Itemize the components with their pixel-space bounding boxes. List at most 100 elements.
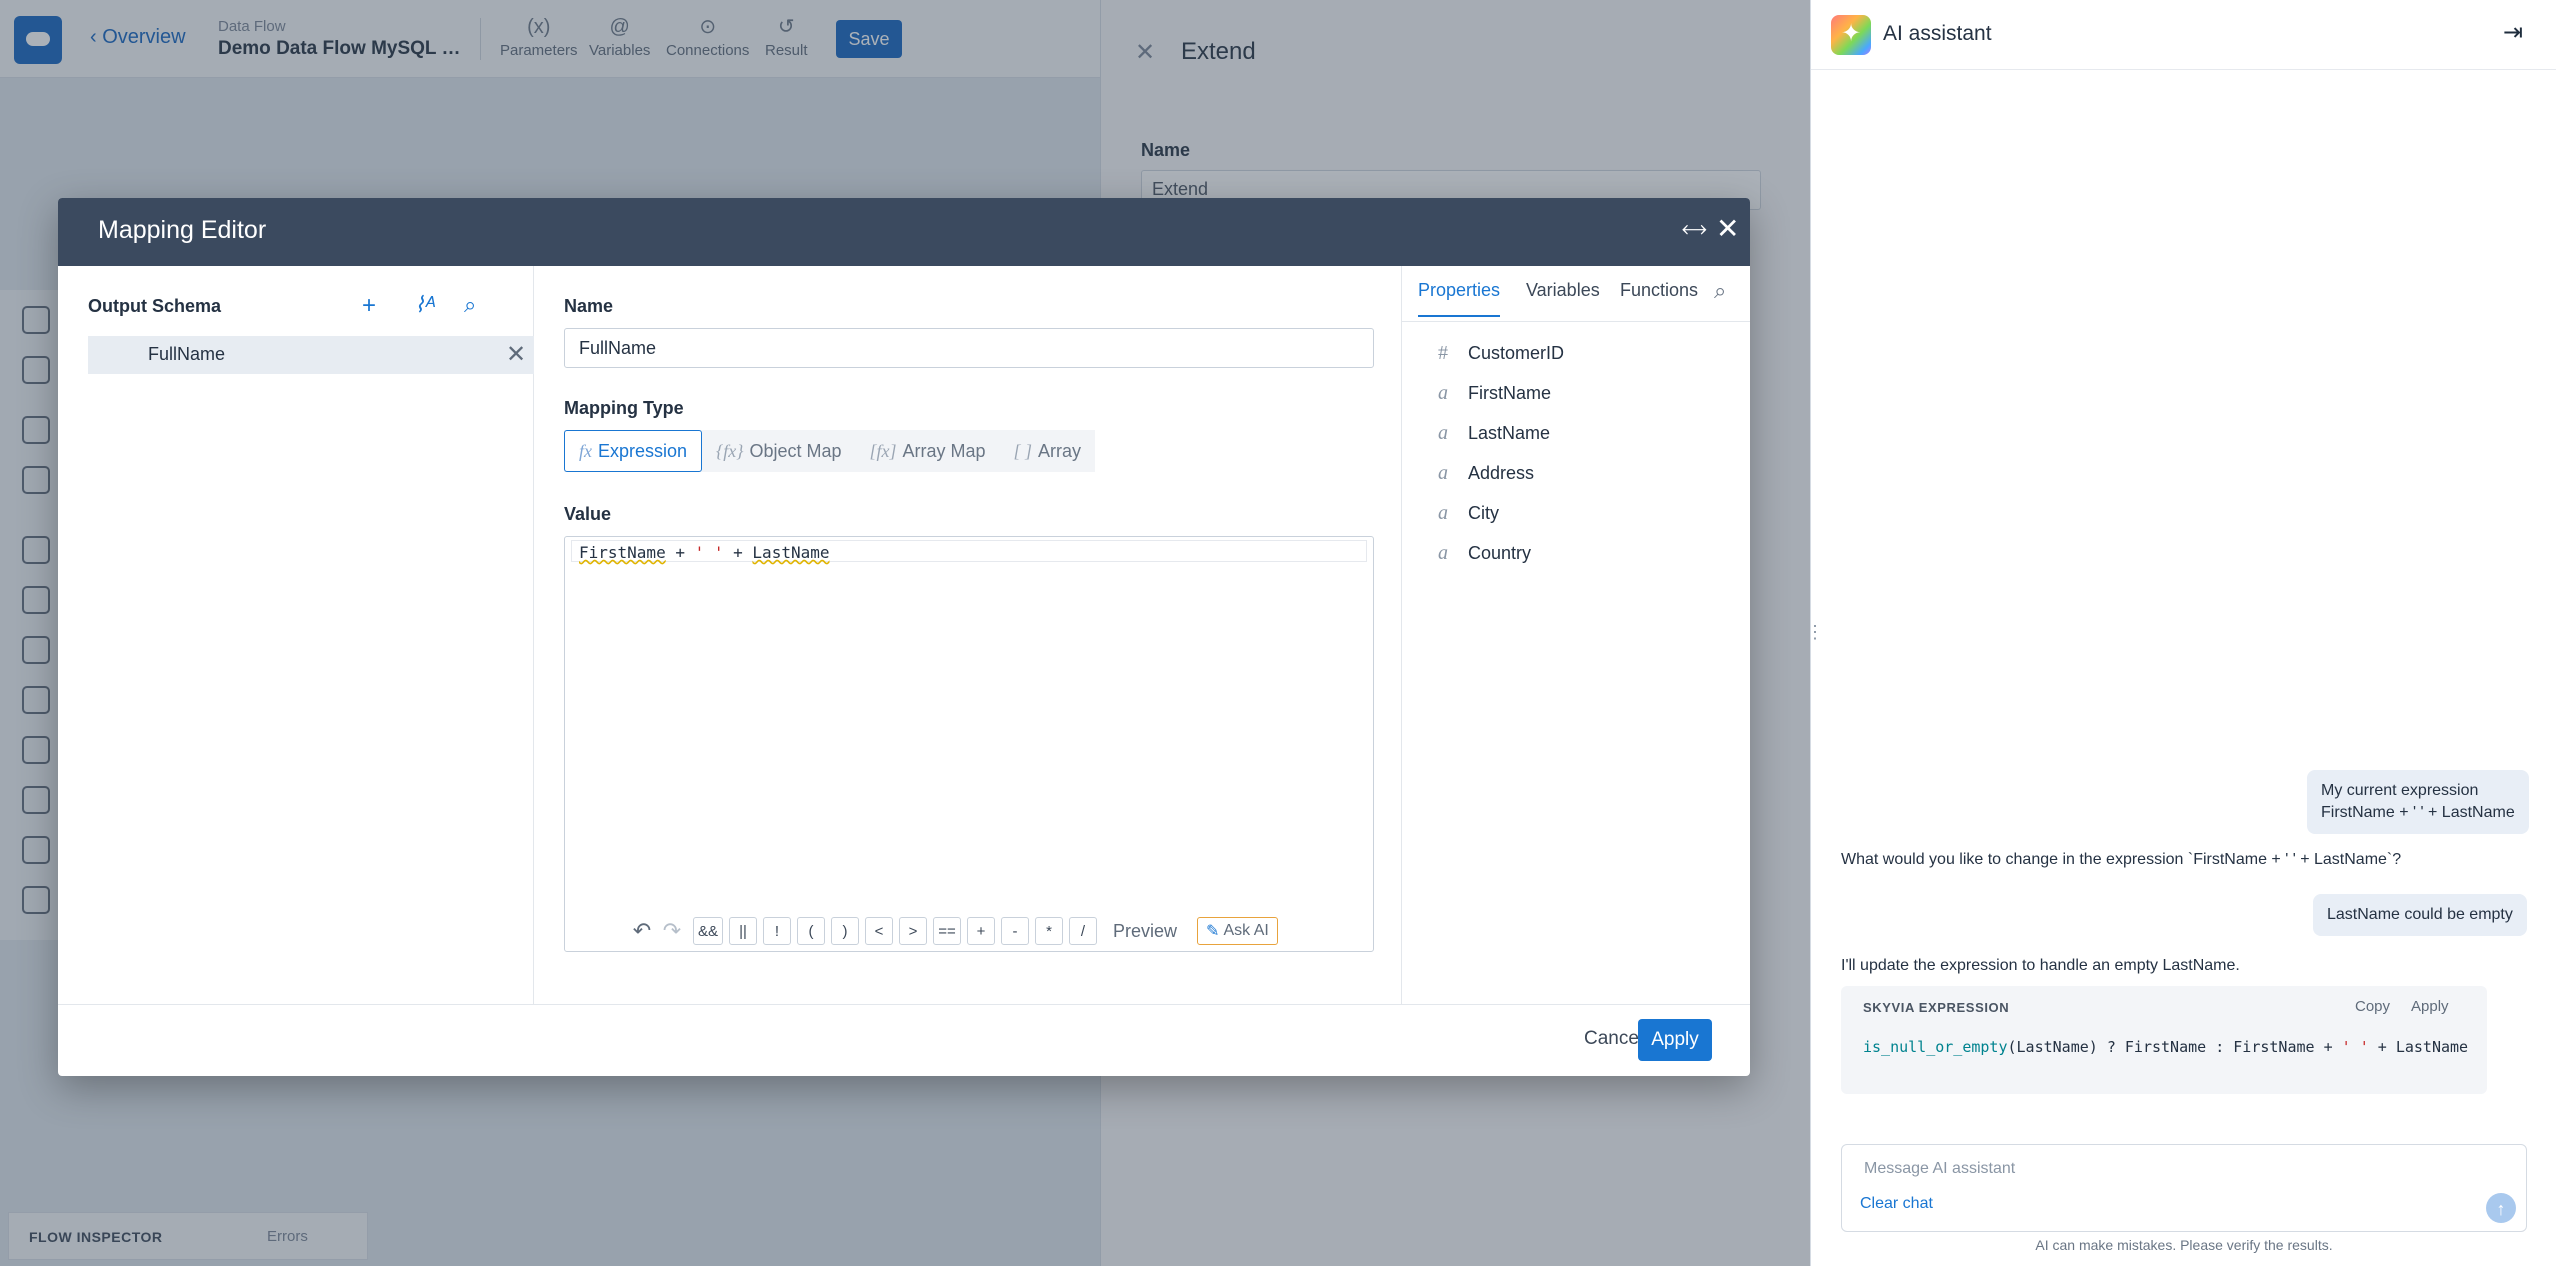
property-item[interactable]: a FirstName <box>1438 382 1551 412</box>
ai-header: ✦ AI assistant ⇥ <box>1811 0 2556 70</box>
modal-footer: Cancel Apply <box>58 1004 1750 1076</box>
mapping-editor-modal: Mapping Editor ⤢ ✕ Output Schema + ⌇ᴬ ⌕ … <box>58 198 1750 1076</box>
modal-header: Mapping Editor ⤢ ✕ <box>58 198 1750 266</box>
ask-ai-button[interactable]: ✎ Ask AI <box>1197 917 1278 945</box>
modal-close-icon[interactable]: ✕ <box>1716 212 1739 245</box>
code-function: is_null_or_empty <box>1863 1038 2008 1056</box>
schema-search-button[interactable]: ⌕ <box>464 292 476 318</box>
property-name: LastName <box>1468 423 1551 443</box>
search-icon: ⌕ <box>464 292 477 317</box>
property-name: CustomerID <box>1468 343 1565 363</box>
arrow-up-icon: ↑ <box>2496 1199 2506 1219</box>
search-icon[interactable]: ⌕ <box>1714 278 1726 304</box>
ai-disclaimer: AI can make mistakes. Please verify the … <box>2035 1237 2333 1253</box>
string-type-icon: a <box>1438 462 1448 484</box>
message-input[interactable] <box>1862 1159 2422 1179</box>
array-icon: [ ] <box>1013 440 1033 461</box>
ai-assistant-panel: ⋮ ✦ AI assistant ⇥ My current expression… <box>1806 0 2556 1266</box>
operator-open-paren-button[interactable]: ( <box>797 917 826 945</box>
code-card-heading: SKYVIA EXPRESSION <box>1863 1000 2010 1015</box>
mapping-type-label-array-map: Array Map <box>902 440 986 461</box>
mapping-type-label: Mapping Type <box>564 398 684 418</box>
collapse-panel-icon[interactable]: ⇥ <box>2503 18 2523 47</box>
array-map-icon: [fx] <box>869 440 897 461</box>
expand-icon[interactable]: ⤢ <box>1677 213 1711 246</box>
name-field[interactable] <box>564 328 1374 368</box>
operator-minus-button[interactable]: - <box>1001 917 1030 945</box>
expression-editor[interactable]: FirstName + ' ' + LastName ↶ ↷ && || ! (… <box>564 536 1374 952</box>
apply-button[interactable]: Apply <box>1638 1019 1712 1061</box>
sparkle-icon: ✦ <box>1840 20 1862 47</box>
mapping-type-array[interactable]: [ ] Array <box>1000 430 1096 472</box>
operator-divide-button[interactable]: / <box>1069 917 1098 945</box>
output-schema-title: Output Schema <box>88 296 222 316</box>
expr-op: + <box>723 543 753 562</box>
code-text: + LastName <box>2368 1038 2469 1056</box>
expression-line[interactable]: FirstName + ' ' + LastName <box>571 540 1367 562</box>
preview-button[interactable]: Preview <box>1113 921 1177 942</box>
redo-icon[interactable]: ↷ <box>657 918 687 944</box>
property-item[interactable]: a City <box>1438 502 1499 532</box>
value-label: Value <box>564 504 612 524</box>
undo-icon[interactable]: ↶ <box>627 918 657 944</box>
ai-assistant-logo: ✦ <box>1831 15 1871 55</box>
mapping-type-expression[interactable]: fx Expression <box>564 430 703 472</box>
operator-not-button[interactable]: ! <box>763 917 792 945</box>
operator-or-button[interactable]: || <box>729 917 758 945</box>
operator-close-paren-button[interactable]: ) <box>831 917 860 945</box>
mapping-type-group: fx Expression {fx} Object Map [fx] Array Ma… <box>564 430 1096 472</box>
operator-and-button[interactable]: && <box>693 917 724 945</box>
operator-multiply-button[interactable]: * <box>1035 917 1064 945</box>
code-text: (LastName) ? FirstName : FirstName + <box>2007 1038 2342 1056</box>
mapping-type-array-map[interactable]: [fx] Array Map <box>855 430 999 472</box>
schema-field-name: FullName <box>148 344 226 364</box>
mapping-details-pane: Name Mapping Type fx Expression {fx}Objec… <box>534 266 1402 1004</box>
property-item[interactable]: # CustomerID <box>1438 342 1564 372</box>
tab-properties[interactable]: Properties <box>1418 280 1501 317</box>
user-message-line: FirstName + ' ' + LastName <box>2321 804 2515 821</box>
operator-greater-button[interactable]: > <box>899 917 928 945</box>
tab-functions[interactable]: Functions <box>1620 280 1698 315</box>
number-type-icon: # <box>1438 342 1448 364</box>
mapping-type-label-object-map: Object Map <box>749 440 842 461</box>
resize-handle[interactable]: ⋮ <box>1806 622 1824 643</box>
user-message: My current expression FirstName + ' ' + … <box>2307 770 2529 834</box>
expression-icon: fx <box>579 440 592 461</box>
operator-equals-button[interactable]: == <box>933 917 962 945</box>
expr-token: LastName <box>752 543 830 562</box>
property-item[interactable]: a Address <box>1438 462 1534 492</box>
string-type-icon: a <box>1438 542 1448 564</box>
modal-body: Output Schema + ⌇ᴬ ⌕ FullName ✕ Name Map… <box>58 266 1750 1004</box>
auto-map-icon: ⌇ᴬ <box>414 292 436 317</box>
modal-title: Mapping Editor <box>98 216 267 244</box>
fields-tabs: Properties Variables Functions ⌕ <box>1402 266 1750 322</box>
apply-suggestion-button[interactable]: Apply <box>2411 998 2449 1015</box>
expr-token: FirstName <box>579 543 666 562</box>
remove-field-icon[interactable]: ✕ <box>506 340 526 369</box>
property-name: Address <box>1468 463 1535 483</box>
send-button[interactable]: ↑ <box>2486 1193 2516 1223</box>
copy-button[interactable]: Copy <box>2355 998 2390 1015</box>
tab-variables[interactable]: Variables <box>1526 280 1600 315</box>
string-type-icon: a <box>1438 382 1448 404</box>
property-name: Country <box>1468 543 1532 563</box>
ai-title: AI assistant <box>1883 22 1992 45</box>
suggested-expression[interactable]: is_null_or_empty(LastName) ? FirstName :… <box>1863 1038 2468 1056</box>
expr-op: + <box>665 543 695 562</box>
expression-suggestion-card: SKYVIA EXPRESSION Copy Apply is_null_or_… <box>1841 986 2487 1094</box>
operator-plus-button[interactable]: + <box>967 917 996 945</box>
operator-less-button[interactable]: < <box>865 917 894 945</box>
string-type-icon: a <box>1438 502 1448 524</box>
string-type-icon: a <box>1438 422 1448 444</box>
property-item[interactable]: a Country <box>1438 542 1531 572</box>
property-item[interactable]: a LastName <box>1438 422 1550 452</box>
clear-chat-link[interactable]: Clear chat <box>1860 1195 1933 1213</box>
ask-ai-label: Ask AI <box>1223 922 1269 939</box>
auto-map-button[interactable]: ⌇ᴬ <box>414 292 436 318</box>
plus-icon: + <box>362 292 377 319</box>
name-label: Name <box>564 296 614 316</box>
schema-row[interactable]: FullName ✕ <box>88 336 534 374</box>
add-field-button[interactable]: + <box>362 292 376 320</box>
mapping-type-object-map[interactable]: {fx} Object Map <box>702 430 855 472</box>
expr-string: ' ' <box>694 543 724 562</box>
